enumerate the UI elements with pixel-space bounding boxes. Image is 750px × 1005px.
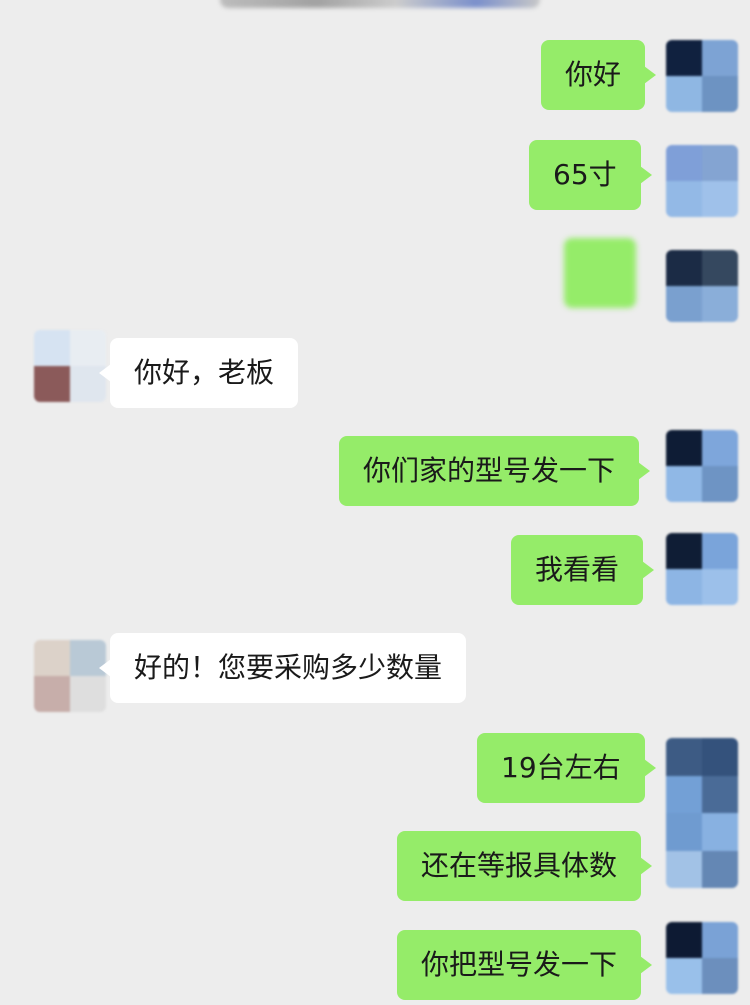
- message-bubble-outgoing[interactable]: 你们家的型号发一下: [339, 436, 651, 506]
- message-bubble-incoming[interactable]: 你好，老板: [98, 338, 299, 408]
- blurred-header-text: [220, 0, 540, 8]
- message-bubble-outgoing[interactable]: 我看看: [511, 535, 655, 605]
- message-bubble-outgoing-blurred[interactable]: [564, 238, 636, 308]
- header-area: [0, 0, 750, 14]
- my-avatar[interactable]: [666, 533, 738, 605]
- my-avatar[interactable]: [666, 922, 738, 994]
- my-avatar[interactable]: [666, 250, 738, 322]
- contact-avatar[interactable]: [34, 330, 106, 402]
- message-bubble-outgoing[interactable]: 你把型号发一下: [397, 930, 653, 1000]
- my-avatar[interactable]: [666, 145, 738, 217]
- message-bubble-outgoing[interactable]: 你好: [541, 40, 657, 110]
- message-bubble-incoming[interactable]: 好的！您要采购多少数量: [98, 633, 467, 703]
- message-bubble-outgoing[interactable]: 65寸: [529, 140, 652, 210]
- contact-avatar[interactable]: [34, 640, 106, 712]
- my-avatar[interactable]: [666, 40, 738, 112]
- message-bubble-outgoing[interactable]: 还在等报具体数: [397, 831, 653, 901]
- my-avatar[interactable]: [666, 430, 738, 502]
- my-avatar[interactable]: [666, 738, 738, 888]
- message-bubble-outgoing[interactable]: 19台左右: [477, 733, 656, 803]
